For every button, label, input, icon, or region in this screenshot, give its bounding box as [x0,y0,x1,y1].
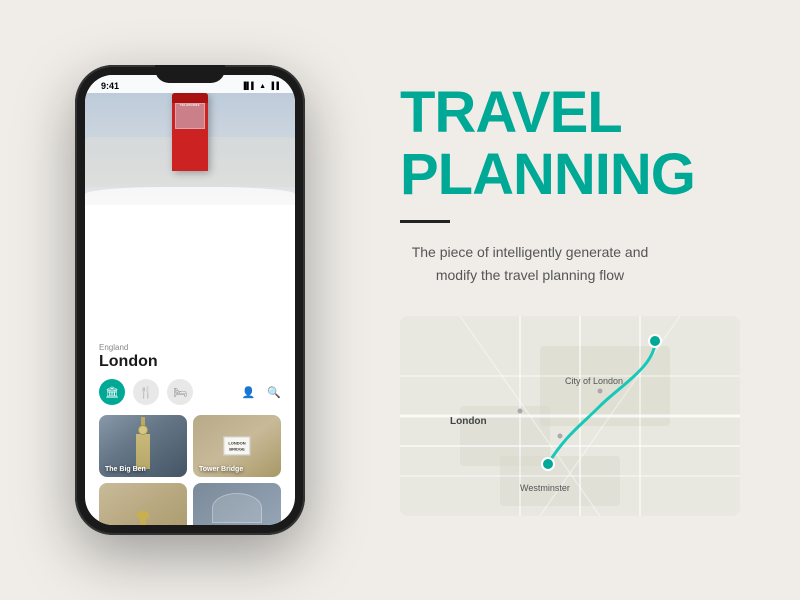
svg-text:London: London [450,416,487,427]
bigben-spire [141,417,145,425]
status-icons: ▐▌▌ ▲ ▐▐ [241,83,279,90]
place-card-bigben[interactable]: The Big Ben [99,415,187,477]
main-heading: TRAVEL PLANNING [400,84,750,208]
telephone-text: TELEPHONE [180,103,200,107]
place-card-bridge[interactable]: LONDONBRIDGE Tower Bridge [193,415,281,477]
location-city: London [99,353,281,371]
tab-hotels[interactable]: 🛏 [167,379,193,405]
bridge-sign: LONDONBRIDGE [223,436,250,455]
title-line2: PLANNING [400,146,750,204]
title-line1: TRAVEL [400,84,750,142]
search-icon[interactable]: 🔍 [267,386,281,399]
location-country: England [99,343,281,352]
bigben-body [136,434,150,469]
profile-icon[interactable]: 👤 [242,386,256,399]
place-card-museum[interactable]: British Museum [193,483,281,525]
tab-attractions[interactable]: 🏛 [99,379,125,405]
map-svg: City of London London Westminster [400,316,740,516]
hero-image: TELEPHONE [85,75,295,205]
phone-frame: 9:41 ▐▌▌ ▲ ▐▐ TELEPHONE [75,65,305,535]
right-content: TRAVEL PLANNING The piece of intelligent… [380,0,800,600]
tab-food[interactable]: 🍴 [133,379,159,405]
battery-icon: ▐▐ [269,83,279,90]
bridge-label: Tower Bridge [199,466,243,473]
subtitle-text: The piece of intelligently generate and … [400,241,660,286]
svg-text:Westminster: Westminster [520,483,570,493]
place-card-buckingham[interactable]: Buckingham Palace [99,483,187,525]
museum-dome [212,493,262,523]
bigben-label: The Big Ben [105,466,146,473]
bigben-clock [138,425,148,435]
filter-tabs: 🏛 🍴 🛏 👤 🔍 [99,379,281,405]
wifi-icon: ▲ [259,83,266,90]
title-divider [400,220,450,223]
status-time: 9:41 [101,81,119,91]
phone-screen: 9:41 ▐▌▌ ▲ ▐▐ TELEPHONE [85,75,295,525]
svg-text:City of London: City of London [565,376,623,386]
telephone-box-top [172,93,208,103]
places-grid: The Big Ben LONDONBRIDGE Tower Bridge Bu… [99,415,281,525]
map-area: City of London London Westminster [400,316,740,516]
signal-icon: ▐▌▌ [241,83,256,90]
phone-mockup-container: 9:41 ▐▌▌ ▲ ▐▐ TELEPHONE [0,0,380,600]
phone-notch [155,65,225,83]
statue-top [137,511,149,518]
telephone-box: TELEPHONE [172,93,208,171]
app-content: England London 🏛 🍴 🛏 👤 🔍 [85,335,295,525]
snow-ground [85,187,295,205]
statue-body [140,517,146,525]
